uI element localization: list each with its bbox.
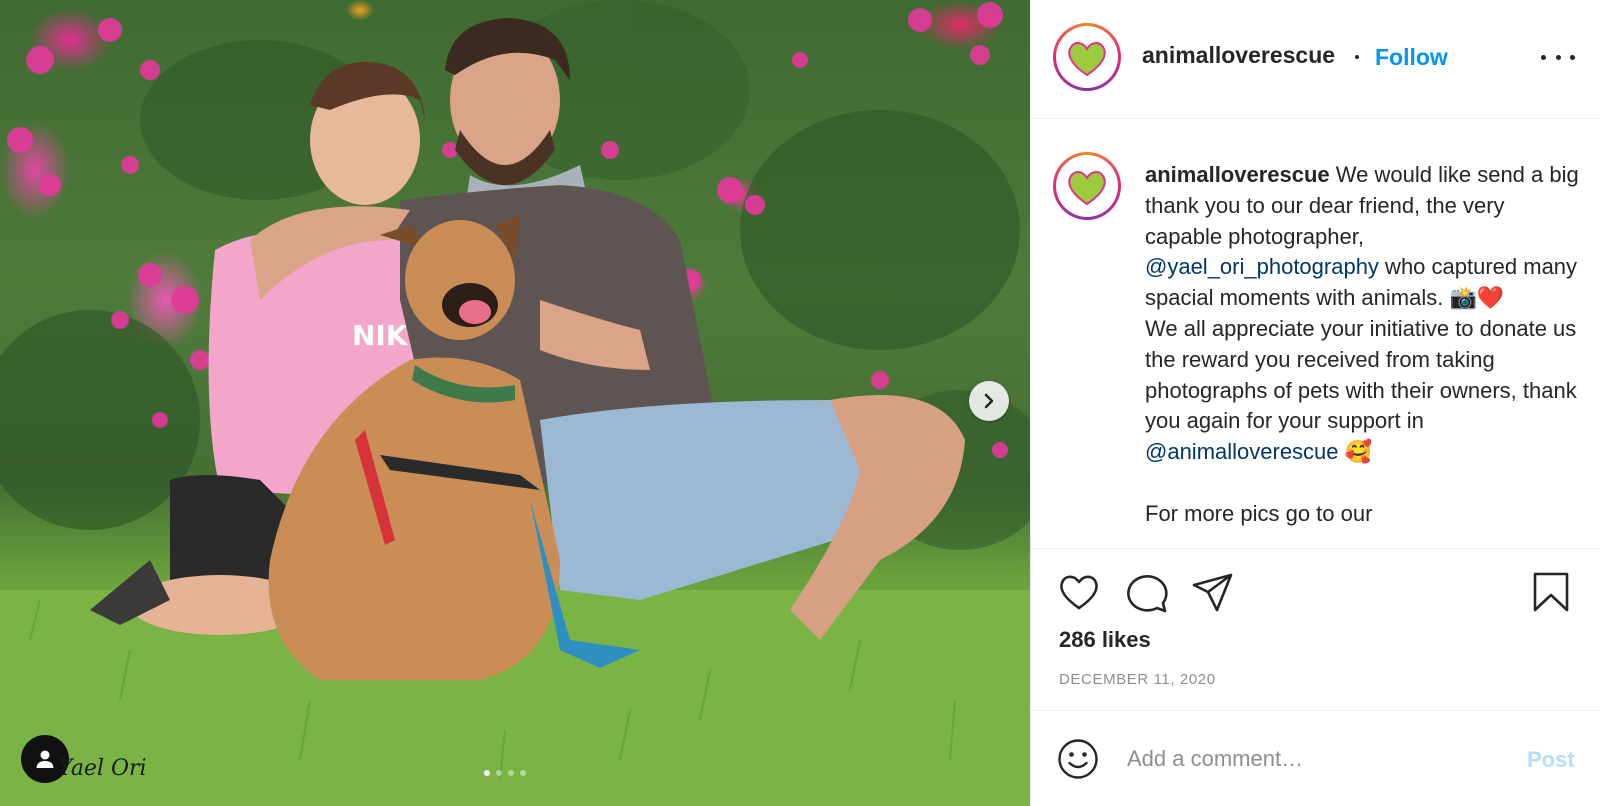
comment-icon <box>1127 575 1168 613</box>
separator-dot <box>1355 55 1359 59</box>
share-button[interactable] <box>1191 571 1235 618</box>
caption-author-avatar[interactable] <box>1053 152 1121 220</box>
chevron-right-icon <box>984 393 994 409</box>
emoji-icon <box>1058 739 1098 779</box>
avatar-image <box>1056 26 1118 88</box>
caption-line: We all appreciate your initiative to don… <box>1145 315 1577 434</box>
save-icon <box>1533 572 1569 612</box>
caption-mention-link[interactable]: @animalloverescue <box>1145 439 1339 464</box>
caption-area: animalloverescue We would like send a bi… <box>1031 120 1600 548</box>
user-tag-icon <box>36 750 54 768</box>
post-side-panel: animalloverescue Follow animalloverescue… <box>1030 0 1600 806</box>
heart-logo-icon <box>1068 42 1106 77</box>
caption-mention-link[interactable]: @yael_ori_photography <box>1145 254 1379 279</box>
carousel-indicator <box>484 770 526 776</box>
comment-button[interactable] <box>1125 571 1169 618</box>
next-photo-button[interactable] <box>969 381 1009 421</box>
author-username[interactable]: animalloverescue <box>1142 42 1335 69</box>
like-icon <box>1060 575 1098 610</box>
caption-line: 🥰 <box>1338 439 1373 465</box>
photo-scene: NIKE <box>0 0 1030 806</box>
caption-line: For more pics go to our <box>1145 500 1373 526</box>
author-avatar[interactable] <box>1053 23 1121 91</box>
like-button[interactable] <box>1057 571 1101 616</box>
carousel-dot <box>496 770 502 776</box>
post-header: animalloverescue Follow <box>1031 0 1600 119</box>
post-photo[interactable]: NIKE Yael Ori <box>0 0 1030 806</box>
share-icon <box>1192 573 1233 612</box>
caption-username[interactable]: animalloverescue <box>1145 162 1330 187</box>
follow-button[interactable]: Follow <box>1375 44 1448 71</box>
action-bar: 286 likes December 11, 2020 <box>1031 548 1600 710</box>
emoji-button[interactable] <box>1057 738 1099 785</box>
likes-count[interactable]: 286 likes <box>1059 627 1151 653</box>
carousel-dot <box>520 770 526 776</box>
post-date[interactable]: December 11, 2020 <box>1059 671 1216 688</box>
carousel-dot <box>508 770 514 776</box>
post-comment-button[interactable]: Post <box>1527 747 1575 773</box>
carousel-dot <box>484 770 490 776</box>
avatar-image <box>1056 155 1118 217</box>
comment-bar: Post <box>1031 710 1600 806</box>
photo-watermark: Yael Ori <box>58 756 147 781</box>
more-options-icon[interactable] <box>1541 46 1575 68</box>
comment-input[interactable] <box>1127 741 1497 777</box>
caption-text: animalloverescue We would like send a bi… <box>1145 160 1585 530</box>
heart-logo-icon <box>1068 171 1106 206</box>
save-button[interactable] <box>1531 571 1571 618</box>
